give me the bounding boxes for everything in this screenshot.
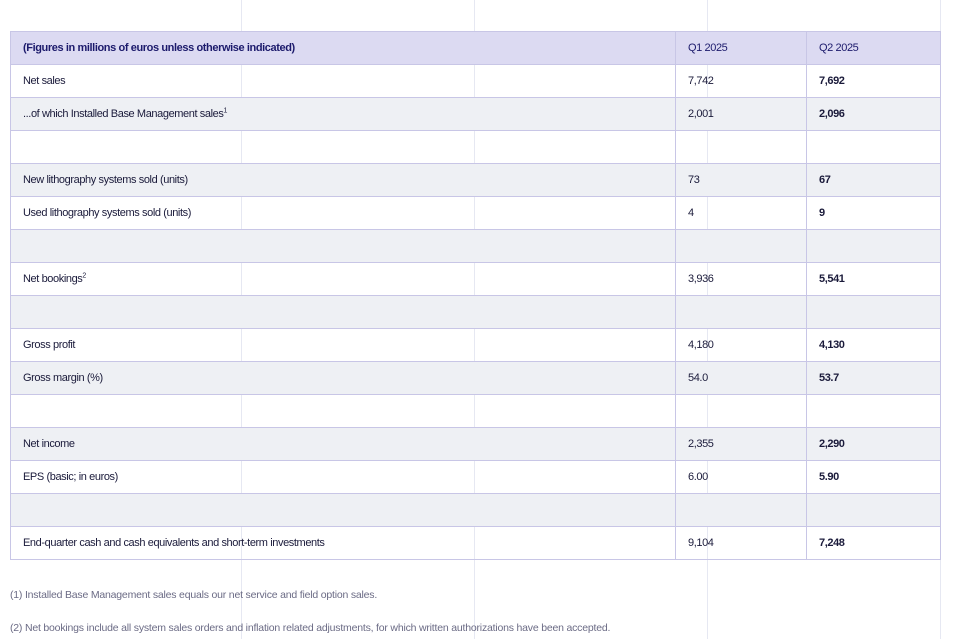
value-q2-2025: 2,290 xyxy=(806,427,941,461)
row-label-text: Used lithography systems sold (units) xyxy=(23,207,191,219)
row-label: Gross margin (%) xyxy=(10,361,676,395)
table-row: Gross profit 4,180 4,130 xyxy=(10,328,941,362)
value-q2-2025: 53.7 xyxy=(806,361,941,395)
value-q2-2025 xyxy=(806,295,941,329)
table-header-row: (Figures in millions of euros unless oth… xyxy=(10,31,941,65)
spacer-row xyxy=(10,130,941,164)
row-label: Net sales xyxy=(10,64,676,98)
value-q1-2025 xyxy=(675,130,807,164)
value-q1-2025 xyxy=(675,493,807,527)
row-label: Net income xyxy=(10,427,676,461)
value-q1-2025: 4,180 xyxy=(675,328,807,362)
value-q2-2025 xyxy=(806,493,941,527)
row-label-text: End-quarter cash and cash equivalents an… xyxy=(23,537,325,549)
value-q2-2025: 9 xyxy=(806,196,941,230)
value-q2-2025: 7,248 xyxy=(806,526,941,560)
value-q1-2025: 54.0 xyxy=(675,361,807,395)
row-label-text: Gross margin (%) xyxy=(23,372,103,384)
table-row: Net bookings2 3,936 5,541 xyxy=(10,262,941,296)
footnote-1: (1) Installed Base Management sales equa… xyxy=(10,589,378,601)
value-q2-2025 xyxy=(806,130,941,164)
spacer-row xyxy=(10,295,941,329)
footnote-2: (2) Net bookings include all system sale… xyxy=(10,622,611,634)
table-row: ...of which Installed Base Management sa… xyxy=(10,97,941,131)
row-label-text: EPS (basic; in euros) xyxy=(23,471,118,483)
row-label: End-quarter cash and cash equivalents an… xyxy=(10,526,676,560)
table-row: EPS (basic; in euros) 6.00 5.90 xyxy=(10,460,941,494)
value-q2-2025: 67 xyxy=(806,163,941,197)
value-q1-2025: 2,001 xyxy=(675,97,807,131)
row-label-text: New lithography systems sold (units) xyxy=(23,174,188,186)
footnote-marker: 1 xyxy=(223,107,227,115)
value-q1-2025 xyxy=(675,295,807,329)
row-label-text: ...of which Installed Base Management sa… xyxy=(23,108,224,120)
value-q1-2025 xyxy=(675,394,807,428)
row-label-text: Net sales xyxy=(23,75,66,87)
row-label xyxy=(10,229,676,263)
spacer-row xyxy=(10,493,941,527)
value-q2-2025: 7,692 xyxy=(806,64,941,98)
row-label-text: Gross profit xyxy=(23,339,76,351)
table-row: Gross margin (%) 54.0 53.7 xyxy=(10,361,941,395)
value-q1-2025: 2,355 xyxy=(675,427,807,461)
row-label: EPS (basic; in euros) xyxy=(10,460,676,494)
value-q2-2025 xyxy=(806,394,941,428)
row-label-text: Net bookings xyxy=(23,273,83,285)
header-q1-2025: Q1 2025 xyxy=(675,31,807,65)
footnote-marker: 2 xyxy=(82,272,86,280)
row-label: Gross profit xyxy=(10,328,676,362)
spacer-row xyxy=(10,229,941,263)
row-label-text: Net income xyxy=(23,438,75,450)
row-label: ...of which Installed Base Management sa… xyxy=(10,97,676,131)
value-q2-2025: 4,130 xyxy=(806,328,941,362)
row-label: Net bookings2 xyxy=(10,262,676,296)
row-label xyxy=(10,493,676,527)
table-row: Used lithography systems sold (units) 4 9 xyxy=(10,196,941,230)
table-row: End-quarter cash and cash equivalents an… xyxy=(10,526,941,560)
table-row: Net income 2,355 2,290 xyxy=(10,427,941,461)
value-q1-2025: 9,104 xyxy=(675,526,807,560)
row-label xyxy=(10,394,676,428)
table-row: Net sales 7,742 7,692 xyxy=(10,64,941,98)
row-label: Used lithography systems sold (units) xyxy=(10,196,676,230)
value-q1-2025: 4 xyxy=(675,196,807,230)
value-q1-2025: 6.00 xyxy=(675,460,807,494)
header-figures-note: (Figures in millions of euros unless oth… xyxy=(10,31,676,65)
value-q1-2025 xyxy=(675,229,807,263)
value-q2-2025: 5.90 xyxy=(806,460,941,494)
value-q2-2025: 5,541 xyxy=(806,262,941,296)
value-q1-2025: 3,936 xyxy=(675,262,807,296)
row-label xyxy=(10,295,676,329)
value-q1-2025: 73 xyxy=(675,163,807,197)
spacer-row xyxy=(10,394,941,428)
value-q1-2025: 7,742 xyxy=(675,64,807,98)
value-q2-2025: 2,096 xyxy=(806,97,941,131)
row-label: New lithography systems sold (units) xyxy=(10,163,676,197)
header-q2-2025: Q2 2025 xyxy=(806,31,941,65)
table-row: New lithography systems sold (units) 73 67 xyxy=(10,163,941,197)
row-label xyxy=(10,130,676,164)
value-q2-2025 xyxy=(806,229,941,263)
financial-summary-table: (Figures in millions of euros unless oth… xyxy=(10,31,941,560)
